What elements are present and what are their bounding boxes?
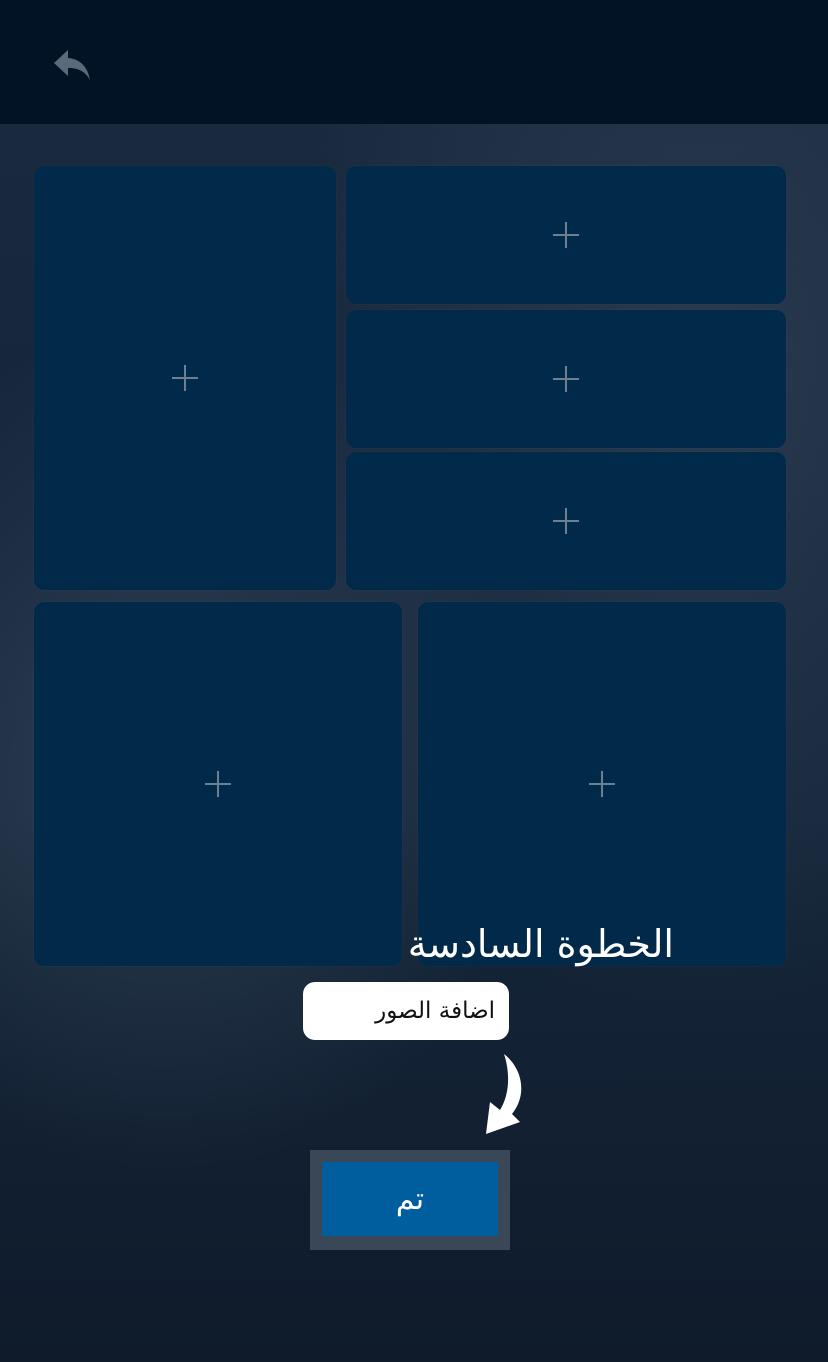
screen: الخطوة السادسة اضافة الصور تم xyxy=(0,0,828,1362)
plus-icon xyxy=(589,771,615,797)
plus-icon xyxy=(205,771,231,797)
photo-slot-2[interactable] xyxy=(346,166,786,304)
curved-arrow-icon xyxy=(486,1054,522,1134)
top-bar xyxy=(0,0,828,124)
plus-icon xyxy=(172,365,198,391)
done-button[interactable]: تم xyxy=(322,1162,498,1236)
plus-icon xyxy=(553,222,579,248)
photo-slot-5[interactable] xyxy=(34,602,402,966)
hint-bubble: اضافة الصور xyxy=(303,982,509,1040)
photo-slot-6[interactable] xyxy=(418,602,786,966)
photo-slot-4[interactable] xyxy=(346,452,786,590)
back-button[interactable] xyxy=(44,38,100,94)
plus-icon xyxy=(553,366,579,392)
photo-slot-1[interactable] xyxy=(34,166,336,590)
photo-slot-3[interactable] xyxy=(346,310,786,448)
hint-text: اضافة الصور xyxy=(375,998,495,1024)
step-title: الخطوة السادسة xyxy=(407,922,674,966)
plus-icon xyxy=(553,508,579,534)
back-arrow-icon xyxy=(54,50,90,80)
done-button-frame: تم xyxy=(310,1150,510,1250)
